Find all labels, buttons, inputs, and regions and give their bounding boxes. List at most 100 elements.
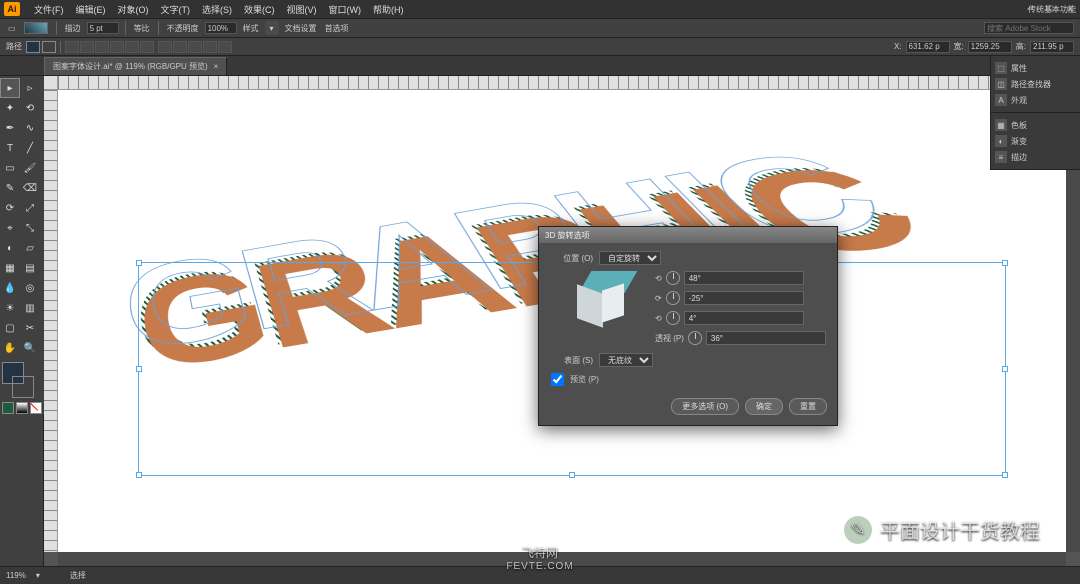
magic-wand-tool[interactable]: ✦ [0, 98, 20, 118]
zoom-tool[interactable]: 🔍 [20, 338, 40, 358]
preview-checkbox[interactable] [551, 373, 564, 386]
perspective-tool[interactable]: ▱ [20, 238, 40, 258]
bbox-handle[interactable] [569, 472, 575, 478]
h-input[interactable] [1030, 41, 1074, 53]
y-angle-input[interactable] [684, 291, 804, 305]
dialog-titlebar[interactable]: 3D 旋转选项 [539, 227, 837, 243]
symbol-tool[interactable]: ☀ [0, 298, 20, 318]
rectangle-tool[interactable]: ▭ [0, 158, 20, 178]
vertical-ruler[interactable] [44, 90, 58, 552]
pathfinder-buttons[interactable] [158, 41, 232, 53]
artboard-tool[interactable]: ▢ [0, 318, 20, 338]
mesh-tool[interactable]: ▦ [0, 258, 20, 278]
close-button[interactable]: × [1060, 0, 1080, 18]
shape-builder-tool[interactable]: ◐ [0, 238, 20, 258]
search-adobe-stock[interactable] [984, 22, 1074, 34]
hand-tool[interactable]: ✋ [0, 338, 20, 358]
search-input[interactable] [984, 22, 1074, 34]
bbox-handle[interactable] [1002, 366, 1008, 372]
menu-type[interactable]: 文字(T) [155, 3, 197, 16]
bbox-handle[interactable] [136, 366, 142, 372]
width-tool[interactable]: ⌖ [0, 218, 20, 238]
pen-tool[interactable]: ✒ [0, 118, 20, 138]
scale-tool[interactable]: ⤢ [20, 198, 40, 218]
paintbrush-tool[interactable]: 🖌 [20, 158, 40, 178]
surface-select[interactable]: 无底纹 [599, 353, 653, 367]
perspective-input[interactable] [706, 331, 826, 345]
menu-object[interactable]: 对象(O) [112, 3, 155, 16]
surface-label: 表面 (S) [549, 355, 593, 366]
style-dropdown[interactable]: ▾ [265, 21, 279, 35]
position-select[interactable]: 自定旋转 [599, 251, 661, 265]
stroke-color[interactable] [12, 376, 34, 398]
x-angle-input[interactable] [684, 271, 804, 285]
options-bar: ▭ 描边 等比 不透明度 样式 ▾ 文档设置 首选项 [0, 18, 1080, 38]
z-dial[interactable] [666, 311, 680, 325]
panel-label[interactable]: 外观 [1011, 95, 1027, 106]
w-input[interactable] [968, 41, 1012, 53]
doc-setup-button[interactable]: 文档设置 [283, 23, 319, 34]
opacity-input[interactable] [205, 22, 237, 34]
y-dial[interactable] [666, 291, 680, 305]
panel-label[interactable]: 描边 [1011, 152, 1027, 163]
close-tab-icon[interactable]: × [214, 62, 219, 71]
line-tool[interactable]: ╱ [20, 138, 40, 158]
direct-selection-tool[interactable]: ▹ [20, 78, 40, 98]
fill-stroke-swatches[interactable] [26, 41, 56, 53]
panel-label[interactable]: 路径查找器 [1011, 79, 1051, 90]
menu-help[interactable]: 帮助(H) [367, 3, 410, 16]
rotation-cube[interactable] [579, 271, 635, 327]
reset-button[interactable]: 重置 [789, 398, 827, 415]
eyedropper-tool[interactable]: 💧 [0, 278, 20, 298]
bbox-handle[interactable] [136, 472, 142, 478]
fill-swatch[interactable] [22, 22, 50, 34]
free-transform-tool[interactable]: ⤡ [20, 218, 40, 238]
panel-label[interactable]: 色板 [1011, 120, 1027, 131]
eraser-tool[interactable]: ⌫ [20, 178, 40, 198]
ruler-corner [44, 76, 58, 90]
ok-button[interactable]: 确定 [745, 398, 783, 415]
fill-stroke-toggle[interactable] [0, 362, 36, 398]
horizontal-ruler[interactable] [58, 76, 1066, 90]
menu-file[interactable]: 文件(F) [28, 3, 70, 16]
minimize-button[interactable]: – [1020, 0, 1040, 18]
perspective-dial[interactable] [688, 331, 702, 345]
stroke-weight-input[interactable] [87, 22, 119, 34]
color-mode-row [0, 398, 44, 414]
shaper-tool[interactable]: ✎ [0, 178, 20, 198]
panel-group-2[interactable]: ▦色板 ◐渐变 ≡描边 [991, 113, 1080, 170]
panel-group-1[interactable]: ⬚属性 ◫路径查找器 A外观 [991, 56, 1080, 113]
gradient-tool[interactable]: ▤ [20, 258, 40, 278]
menu-select[interactable]: 选择(S) [196, 3, 238, 16]
chevron-down-icon[interactable]: ▾ [36, 571, 40, 580]
align-buttons[interactable] [65, 41, 154, 53]
x-input[interactable] [906, 41, 950, 53]
bbox-handle[interactable] [1002, 472, 1008, 478]
type-tool[interactable]: T [0, 138, 20, 158]
panel-label[interactable]: 渐变 [1011, 136, 1027, 147]
preferences-button[interactable]: 首选项 [323, 23, 351, 34]
document-tab[interactable]: 图案字体设计.ai* @ 119% (RGB/GPU 预览) × [44, 57, 227, 75]
more-options-button[interactable]: 更多选项 (O) [671, 398, 739, 415]
curvature-tool[interactable]: ∿ [20, 118, 40, 138]
bbox-handle[interactable] [1002, 260, 1008, 266]
color-none[interactable] [30, 402, 42, 414]
blend-tool[interactable]: ◎ [20, 278, 40, 298]
menu-edit[interactable]: 编辑(E) [70, 3, 112, 16]
menu-window[interactable]: 窗口(W) [323, 3, 368, 16]
3d-rotate-dialog[interactable]: 3D 旋转选项 位置 (O) 自定旋转 ⟲ ⟳ ⟲ 透视 (P) 表面 (S) … [538, 226, 838, 426]
rotate-tool[interactable]: ⟳ [0, 198, 20, 218]
color-solid[interactable] [2, 402, 14, 414]
zoom-level[interactable]: 119% [6, 571, 26, 580]
bbox-handle[interactable] [136, 260, 142, 266]
lasso-tool[interactable]: ⟲ [20, 98, 40, 118]
graph-tool[interactable]: ▥ [20, 298, 40, 318]
maximize-button[interactable]: □ [1040, 0, 1060, 18]
menu-effects[interactable]: 效果(C) [238, 3, 281, 16]
selection-tool[interactable]: ▸ [0, 78, 20, 98]
x-dial[interactable] [666, 271, 680, 285]
slice-tool[interactable]: ✂ [20, 318, 40, 338]
menu-view[interactable]: 视图(V) [281, 3, 323, 16]
panel-label[interactable]: 属性 [1011, 63, 1027, 74]
z-angle-input[interactable] [684, 311, 804, 325]
